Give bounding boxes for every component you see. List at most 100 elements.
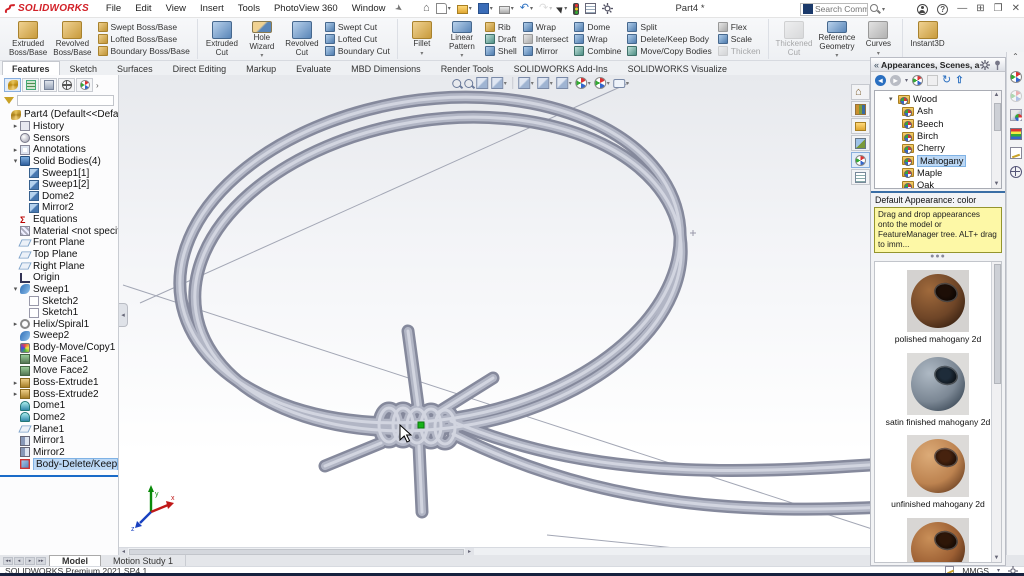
tree-scrollbar[interactable]: ▲ ▼ <box>991 91 1001 188</box>
linear-pattern-button[interactable]: LinearPattern▾ <box>442 19 482 59</box>
gear-icon[interactable] <box>980 60 990 70</box>
tab-sketch[interactable]: Sketch <box>60 61 108 75</box>
home-button[interactable]: ⌂ <box>420 2 433 15</box>
scroll-down-icon[interactable]: ▼ <box>992 555 1001 561</box>
wrap-button[interactable]: Wrap <box>574 33 621 45</box>
dropdown-caret-icon[interactable]: ▾ <box>511 5 514 12</box>
expand-caret-icon[interactable]: ▸ <box>11 122 20 130</box>
dropdown-caret-icon[interactable]: ▾ <box>260 52 263 59</box>
tab-solidworks-add-ins[interactable]: SOLIDWORKS Add-Ins <box>504 61 618 75</box>
feature-tree-item-boss-extrude1[interactable]: ▸Boss-Extrude1 <box>2 377 118 389</box>
scroll-down-icon[interactable]: ▼ <box>992 181 1001 187</box>
boundary-cut-button[interactable]: Boundary Cut <box>325 45 390 57</box>
feature-tree-item-origin[interactable]: Origin <box>2 272 118 284</box>
feature-tree-item-helix-spiral1[interactable]: ▸Helix/Spiral1 <box>2 319 118 331</box>
doc-tab-motion-study-1[interactable]: Motion Study 1 <box>101 555 186 566</box>
rollback-bar[interactable] <box>0 475 118 477</box>
rib-button[interactable]: Rib <box>485 21 517 33</box>
tab-feature-manager[interactable] <box>4 78 21 92</box>
appearance-thumbnail-satin-finished-mahogany-2d[interactable]: satin finished mahogany 2d <box>875 353 1001 428</box>
lofted-cut-button[interactable]: Lofted Cut <box>325 33 390 45</box>
dropdown-caret-icon[interactable]: ▾ <box>531 80 534 87</box>
hide-show-items-button[interactable]: ▾ <box>556 77 572 89</box>
more-tabs-icon[interactable]: › <box>96 81 99 90</box>
move-copy-bodies-button[interactable]: Move/Copy Bodies <box>627 45 711 57</box>
tab-configuration-manager[interactable] <box>40 78 57 92</box>
undo-button[interactable]: ↶▾ <box>517 2 536 15</box>
menu-photoview-360[interactable]: PhotoView 360 <box>267 1 345 16</box>
close-button[interactable]: ✕ <box>1012 1 1020 17</box>
display-style-button[interactable]: ▾ <box>537 77 553 89</box>
history-dropdown-icon[interactable]: ▾ <box>905 77 908 84</box>
edit-appearance-button[interactable]: ▾ <box>575 77 591 89</box>
extruded-cut-button[interactable]: ExtrudedCut <box>202 19 242 59</box>
section-view-button[interactable]: ▾ <box>491 77 507 89</box>
feature-tree-item-body-delete-keep-1[interactable]: Body-Delete/Keep 1 <box>2 458 118 470</box>
dropdown-caret-icon[interactable]: ▾ <box>490 5 493 12</box>
scroll-up-icon[interactable]: ▲ <box>992 92 1001 98</box>
task-tab-custom-properties[interactable] <box>851 169 870 185</box>
curves-button[interactable]: Curves▾ <box>858 19 898 59</box>
search-commands-box[interactable] <box>800 3 868 16</box>
appearance-thumbnail-unfinished-mahogany-2d[interactable]: unfinished mahogany 2d <box>875 435 1001 510</box>
feature-tree-item-sweep2[interactable]: Sweep2 <box>2 330 118 342</box>
feature-tree-item-sweep1[interactable]: ▾Sweep1 <box>2 284 118 296</box>
feature-tree-item-sensors[interactable]: Sensors <box>2 132 118 144</box>
scene-page-icon[interactable] <box>927 75 938 86</box>
up-level-icon[interactable]: ⇧ <box>955 75 963 86</box>
search-dropdown-icon[interactable]: ▾ <box>882 6 885 13</box>
boundary-boss-base-button[interactable]: Boundary Boss/Base <box>98 45 190 57</box>
swept-boss-base-button[interactable]: Swept Boss/Base <box>98 21 190 33</box>
appearances-icon[interactable] <box>1010 71 1022 83</box>
feature-tree-item-mirror2[interactable]: Mirror2 <box>2 447 118 459</box>
palette-stack-icon[interactable] <box>1010 128 1022 140</box>
panel-collapse-arrow[interactable]: ◂ <box>119 303 128 327</box>
feature-tree-item-mirror1[interactable]: Mirror1 <box>2 435 118 447</box>
dropdown-caret-icon[interactable]: ▾ <box>835 52 838 59</box>
help-icon[interactable]: ? <box>937 4 948 15</box>
evaluate-button[interactable] <box>582 2 599 15</box>
shell-button[interactable]: Shell <box>485 45 517 57</box>
dropdown-caret-icon[interactable]: ▾ <box>504 80 507 87</box>
appearance-folder-mahogany[interactable]: Mahogany <box>889 154 1001 166</box>
appearance-folder-oak[interactable]: Oak <box>889 179 1001 189</box>
wrap-button[interactable]: Wrap <box>523 21 569 33</box>
feature-tree-item-dome2[interactable]: Dome2 <box>2 190 118 202</box>
tab-solidworks-visualize[interactable]: SOLIDWORKS Visualize <box>618 61 737 75</box>
flex-button[interactable]: Flex <box>718 21 761 33</box>
appearance-folder-beech[interactable]: Beech <box>889 118 1001 130</box>
feature-tree-item-sketch2[interactable]: Sketch2 <box>2 295 118 307</box>
dropdown-caret-icon[interactable]: ▾ <box>588 80 591 87</box>
minimize-button[interactable]: — <box>957 1 967 17</box>
dropdown-caret-icon[interactable]: ▾ <box>530 5 533 12</box>
menu-tools[interactable]: Tools <box>231 1 267 16</box>
options-button[interactable] <box>599 2 616 15</box>
doc-tab-model[interactable]: Model <box>49 555 101 566</box>
feature-tree-item-right-plane[interactable]: Right Plane <box>2 260 118 272</box>
appearance-ball-icon[interactable] <box>912 75 923 86</box>
reference-geometry-button[interactable]: ReferenceGeometry▾ <box>815 19 858 59</box>
dropdown-caret-icon[interactable]: ▾ <box>420 50 423 57</box>
feature-tree-item-material-not-specified[interactable]: Material <not specified> <box>2 225 118 237</box>
search-icon[interactable] <box>870 4 878 12</box>
splitter-dots[interactable]: ●●● <box>871 254 1005 260</box>
feature-tree-item-history[interactable]: ▸History <box>2 121 118 133</box>
back-button[interactable]: ◂ <box>875 75 886 86</box>
view-settings-button[interactable]: ▾ <box>613 78 629 88</box>
appearance-folder-ash[interactable]: Ash <box>889 105 1001 117</box>
expand-caret-icon[interactable]: ▾ <box>11 285 20 293</box>
feature-tree-item-mirror2[interactable]: Mirror2 <box>2 202 118 214</box>
custom-properties-icon[interactable] <box>1010 147 1022 159</box>
pin-icon[interactable] <box>993 60 1002 70</box>
new-button[interactable]: ▾ <box>433 2 454 15</box>
task-tab-view-palette[interactable] <box>851 135 870 151</box>
appearance-folder-cherry[interactable]: Cherry <box>889 142 1001 154</box>
expand-caret-icon[interactable]: ▸ <box>11 320 20 328</box>
extruded-boss-button[interactable]: ExtrudedBoss/Base <box>6 19 50 59</box>
open-button[interactable]: ▾ <box>454 2 475 15</box>
performance-button[interactable] <box>570 2 582 16</box>
previous-view-button[interactable] <box>476 77 488 89</box>
feature-tree-item-move-face2[interactable]: Move Face2 <box>2 365 118 377</box>
tab-nav-next-icon[interactable]: ▸ <box>25 557 35 565</box>
dropdown-caret-icon[interactable]: ▾ <box>460 52 463 59</box>
